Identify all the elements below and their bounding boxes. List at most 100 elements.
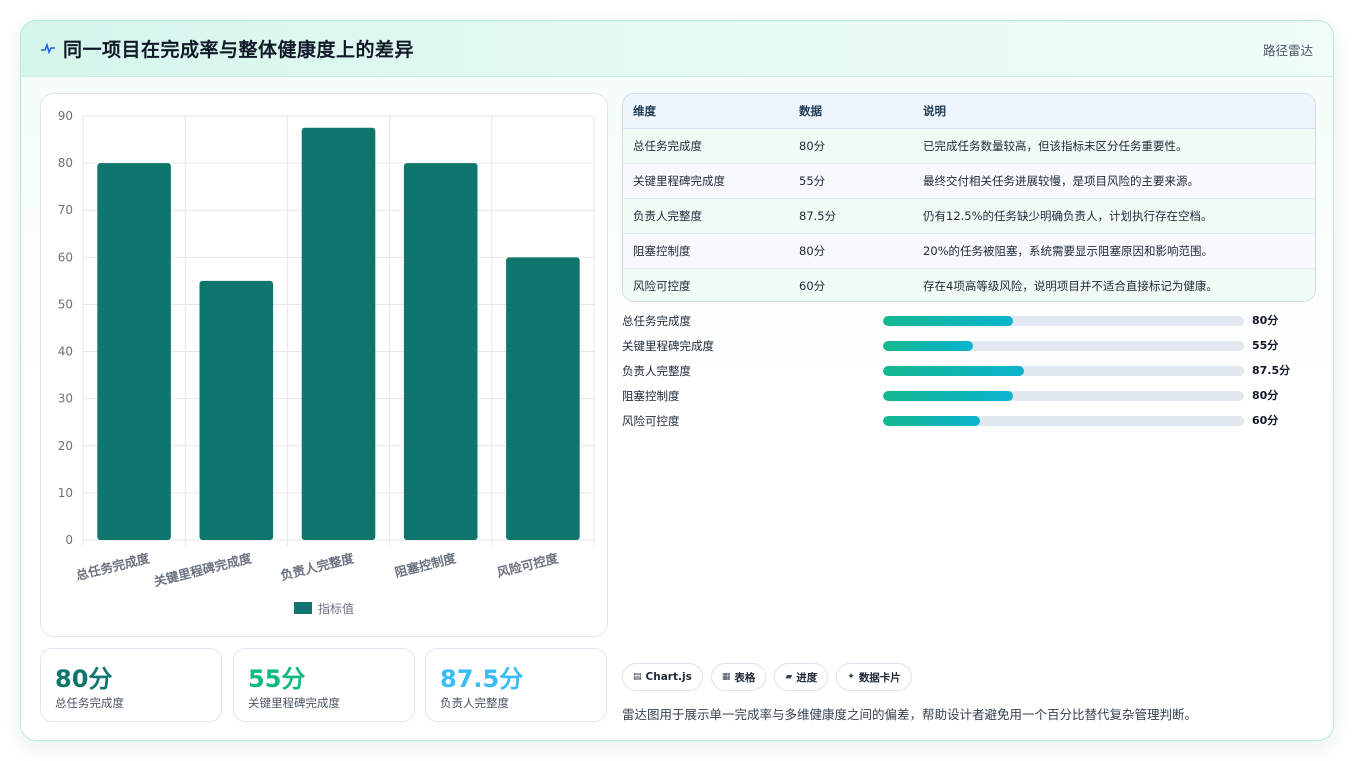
cell-dimension: 总任务完成度 bbox=[623, 128, 789, 164]
kpi-card-total: 80分 总任务完成度 bbox=[40, 648, 222, 722]
y-tick-label: 30 bbox=[58, 392, 73, 406]
progress-row: 风险可控度 60分 bbox=[622, 412, 1322, 437]
progress-value: 80分 bbox=[1252, 314, 1279, 327]
x-tick-label: 总任务完成度 bbox=[74, 550, 151, 583]
sparkle-icon: ✦ bbox=[847, 672, 855, 682]
progress-label: 关键里程碑完成度 bbox=[622, 339, 714, 353]
progress-label: 阻塞控制度 bbox=[622, 389, 680, 403]
tech-chips: ▤ Chart.js ▦ 表格 ▰ 进度 ✦ 数据卡片 bbox=[622, 663, 912, 691]
footnote: 雷达图用于展示单一完成率与多维健康度之间的偏差，帮助设计者避免用一个百分比替代复… bbox=[622, 707, 1198, 722]
progress-icon: ▰ bbox=[785, 672, 793, 682]
x-tick-label: 风险可控度 bbox=[495, 550, 560, 580]
y-tick-label: 10 bbox=[58, 486, 73, 500]
progress-list: 总任务完成度 80分 关键里程碑完成度 55分 负责人完整度 87.5分 阻塞控… bbox=[622, 312, 1322, 437]
y-tick-label: 20 bbox=[58, 439, 73, 453]
cell-note: 存在4项高等级风险，说明项目并不适合直接标记为健康。 bbox=[923, 278, 1218, 293]
bar bbox=[506, 257, 580, 540]
y-tick-label: 90 bbox=[58, 109, 73, 123]
cell-data: 80分 bbox=[789, 128, 913, 164]
y-tick-label: 80 bbox=[58, 156, 73, 170]
progress-row: 负责人完整度 87.5分 bbox=[622, 362, 1322, 387]
progress-track bbox=[883, 416, 1244, 426]
table-row: 关键里程碑完成度 55分 最终交付相关任务进展较慢，是项目风险的主要来源。 bbox=[623, 163, 1315, 199]
progress-value: 87.5分 bbox=[1252, 364, 1291, 377]
kpi-value: 55分 bbox=[248, 665, 306, 693]
table-row: 负责人完整度 87.5分 仍有12.5%的任务缺少明确负责人，计划执行存在空档。 bbox=[623, 198, 1315, 234]
y-tick-label: 60 bbox=[58, 250, 73, 264]
header-tag[interactable]: 路径雷达 bbox=[1263, 40, 1313, 59]
progress-track bbox=[883, 341, 1244, 351]
y-tick-label: 40 bbox=[58, 345, 73, 359]
card-header: 同一项目在完成率与整体健康度上的差异 路径雷达 bbox=[21, 21, 1333, 77]
progress-fill bbox=[883, 366, 1024, 376]
cell-data: 55分 bbox=[789, 163, 913, 199]
dashboard-card: 同一项目在完成率与整体健康度上的差异 路径雷达 0 10 20 30 40 50 60 70 8… bbox=[20, 20, 1334, 741]
progress-row: 关键里程碑完成度 55分 bbox=[622, 337, 1322, 362]
progress-label: 总任务完成度 bbox=[622, 314, 691, 328]
chip-label: Chart.js bbox=[645, 671, 692, 683]
progress-track bbox=[883, 316, 1244, 326]
progress-fill bbox=[883, 391, 1013, 401]
chip-table[interactable]: ▦ 表格 bbox=[710, 663, 767, 691]
table-row: 阻塞控制度 80分 20%的任务被阻塞，系统需要显示阻塞原因和影响范围。 bbox=[623, 233, 1315, 269]
progress-track bbox=[883, 391, 1244, 401]
table-row: 总任务完成度 80分 已完成任务数量较高，但该指标未区分任务重要性。 bbox=[623, 128, 1315, 164]
progress-track bbox=[883, 366, 1244, 376]
bar bbox=[199, 280, 274, 540]
column-header-note: 说明 bbox=[913, 94, 1315, 129]
chip-label: 数据卡片 bbox=[858, 671, 901, 684]
cell-note: 最终交付相关任务进展较慢，是项目风险的主要来源。 bbox=[913, 163, 1315, 199]
chip-label: 进度 bbox=[796, 671, 818, 684]
chip-chartjs[interactable]: ▤ Chart.js bbox=[622, 663, 703, 691]
progress-fill bbox=[883, 416, 981, 426]
cell-dimension: 负责人完整度 bbox=[623, 198, 789, 234]
y-tick-label: 0 bbox=[65, 533, 73, 547]
cell-note: 仍有12.5%的任务缺少明确负责人，计划执行存在空档。 bbox=[913, 198, 1315, 234]
progress-value: 80分 bbox=[1252, 389, 1279, 402]
progress-row: 阻塞控制度 80分 bbox=[622, 387, 1322, 412]
progress-fill bbox=[883, 341, 974, 351]
kpi-label: 关键里程碑完成度 bbox=[248, 696, 340, 710]
progress-label: 负责人完整度 bbox=[622, 364, 691, 378]
column-header-data: 数据 bbox=[789, 94, 913, 129]
progress-fill bbox=[883, 316, 1013, 326]
cell-data: 87.5分 bbox=[789, 198, 913, 234]
kpi-label: 总任务完成度 bbox=[55, 696, 124, 710]
pulse-icon bbox=[41, 42, 55, 55]
bar bbox=[301, 127, 376, 541]
progress-value: 60分 bbox=[1252, 414, 1279, 427]
kpi-label: 负责人完整度 bbox=[440, 696, 509, 710]
cell-note: 20%的任务被阻塞，系统需要显示阻塞原因和影响范围。 bbox=[913, 233, 1315, 269]
x-tick-label: 关键里程碑完成度 bbox=[152, 550, 253, 589]
bar-chart: 0 10 20 30 40 50 60 70 80 90 总任务完成度 关键里程碑完成度 负责人完整度 阻… bbox=[58, 109, 595, 616]
kpi-card-owner: 87.5分 负责人完整度 bbox=[425, 648, 607, 722]
bar-chart-panel: 0 10 20 30 40 50 60 70 80 90 总任务完成度 关键里程碑完成度 负责人完整度 阻… bbox=[40, 93, 608, 637]
chart-icon: ▤ bbox=[633, 672, 642, 682]
bar bbox=[403, 163, 478, 540]
legend-swatch bbox=[294, 602, 312, 614]
kpi-value: 87.5分 bbox=[440, 665, 524, 693]
bar bbox=[97, 163, 171, 540]
legend-label: 指标值 bbox=[318, 601, 354, 616]
progress-row: 总任务完成度 80分 bbox=[622, 312, 1322, 337]
kpi-card-milestone: 55分 关键里程碑完成度 bbox=[233, 648, 415, 722]
y-tick-label: 50 bbox=[58, 297, 73, 311]
chip-progress[interactable]: ▰ 进度 bbox=[774, 663, 829, 691]
progress-value: 55分 bbox=[1252, 339, 1279, 352]
table-icon: ▦ bbox=[721, 672, 731, 682]
cell-dimension: 关键里程碑完成度 bbox=[623, 163, 789, 199]
dimension-table: 维度 数据 说明 总任务完成度 80分 已完成任务数量较高，但该指标未区分任务重… bbox=[622, 93, 1316, 302]
column-header-dimension: 维度 bbox=[623, 94, 789, 129]
cell-data: 80分 bbox=[789, 233, 913, 269]
cell-dimension: 阻塞控制度 bbox=[623, 233, 789, 269]
y-tick-label: 70 bbox=[58, 203, 73, 217]
cell-note: 已完成任务数量较高，但该指标未区分任务重要性。 bbox=[913, 128, 1315, 164]
cell-data: 60分 bbox=[799, 278, 826, 293]
page-title: 同一项目在完成率与整体健康度上的差异 bbox=[63, 39, 415, 61]
x-tick-label: 阻塞控制度 bbox=[393, 550, 458, 580]
progress-label: 风险可控度 bbox=[622, 414, 680, 428]
cell-dimension: 风险可控度 bbox=[633, 278, 691, 293]
x-tick-label: 负责人完整度 bbox=[279, 550, 356, 583]
chip-data-card[interactable]: ✦ 数据卡片 bbox=[836, 663, 912, 691]
table-row: 风险可控度 60分 存在4项高等级风险，说明项目并不适合直接标记为健康。 bbox=[623, 268, 1315, 301]
